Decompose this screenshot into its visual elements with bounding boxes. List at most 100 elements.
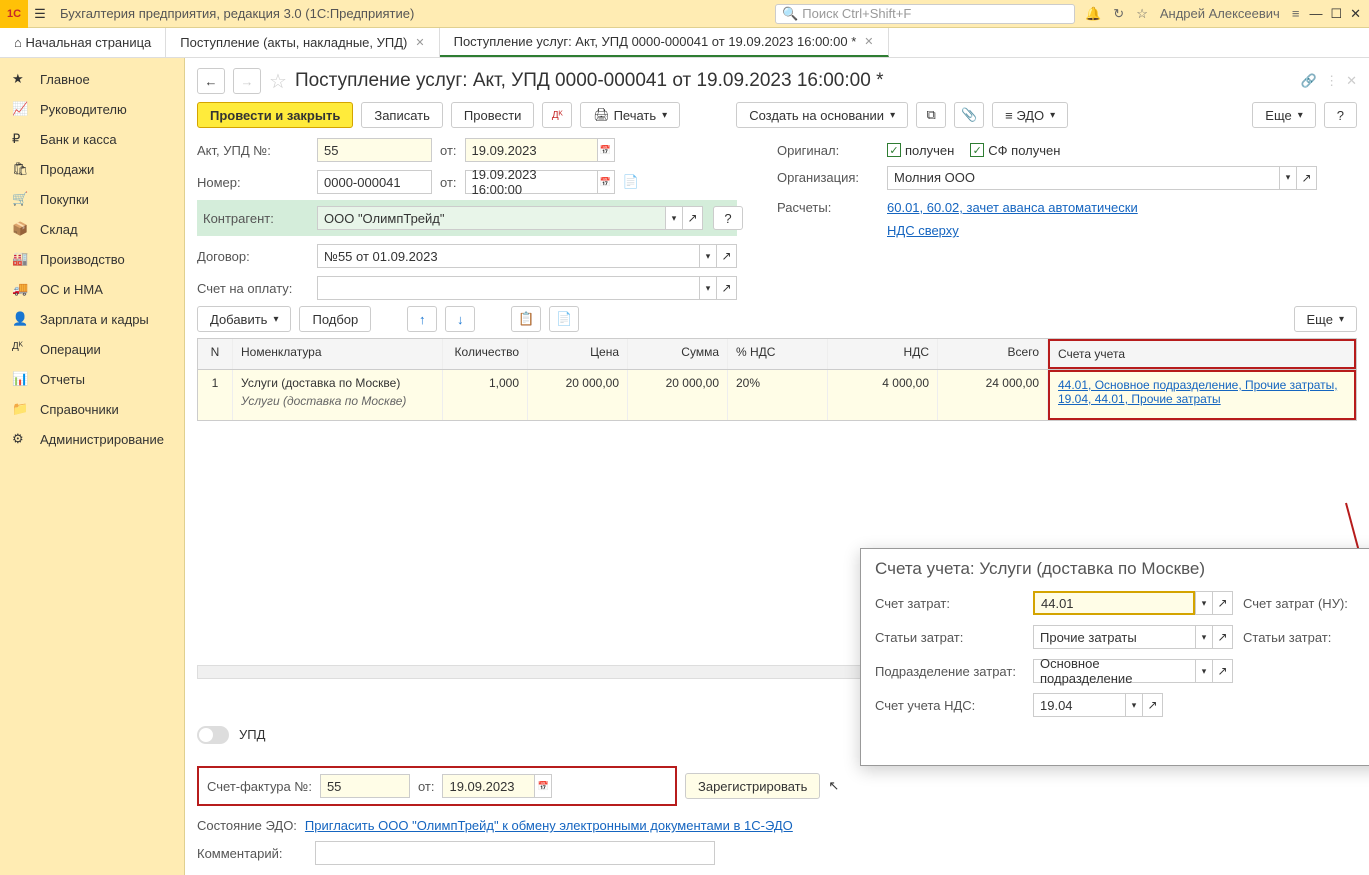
sf-number-input[interactable]: 55 <box>320 774 410 798</box>
settlements-link[interactable]: 60.01, 60.02, зачет аванса автоматически <box>887 200 1138 215</box>
upd-toggle[interactable] <box>197 726 229 744</box>
move-down-button[interactable]: ↓ <box>445 306 475 332</box>
maximize-button[interactable]: ☐ <box>1330 6 1342 22</box>
sf-received-checkbox[interactable]: ✓СФ получен <box>970 143 1060 158</box>
more-button[interactable]: Еще <box>1252 102 1315 128</box>
tab-list[interactable]: Поступление (акты, накладные, УПД) ✕ <box>166 28 439 57</box>
contract-input[interactable]: №55 от 01.09.2023 <box>317 244 699 268</box>
forward-button[interactable]: → <box>233 68 261 94</box>
open-icon[interactable]: ↗ <box>717 244 737 268</box>
col-accounts[interactable]: Счета учета <box>1048 339 1356 369</box>
post-and-close-button[interactable]: Провести и закрыть <box>197 102 353 128</box>
cell-sum[interactable]: 20 000,00 <box>628 370 728 420</box>
write-button[interactable]: Записать <box>361 102 443 128</box>
contragent-help-button[interactable]: ? <box>713 206 743 230</box>
col-vat[interactable]: % НДС <box>728 339 828 369</box>
close-button[interactable]: ✕ <box>1350 6 1361 22</box>
dept-input[interactable]: Основное подразделение <box>1033 659 1195 683</box>
copy-button[interactable]: 📋 <box>511 306 541 332</box>
help-button[interactable]: ? <box>1324 102 1357 128</box>
invoice-input[interactable] <box>317 276 699 300</box>
cell-vat[interactable]: 20% <box>728 370 828 420</box>
main-menu-icon[interactable]: ☰ <box>28 6 52 22</box>
sidebar-item-assets[interactable]: 🚚ОС и НМА <box>0 274 184 304</box>
open-icon[interactable]: ↗ <box>1297 166 1317 190</box>
open-icon[interactable]: ↗ <box>683 206 703 230</box>
accounts-link[interactable]: 44.01, Основное подразделение, Прочие за… <box>1058 378 1338 406</box>
chevron-down-icon[interactable]: ▾ <box>1125 693 1143 717</box>
comment-input[interactable] <box>315 841 715 865</box>
cell-qty[interactable]: 1,000 <box>443 370 528 420</box>
contragent-input[interactable]: ООО "ОлимпТрейд" <box>317 206 665 230</box>
settings-icon[interactable]: ≡ <box>1292 6 1300 21</box>
act-number-input[interactable]: 55 <box>317 138 432 162</box>
vat-account-input[interactable]: 19.04 <box>1033 693 1125 717</box>
sidebar-item-admin[interactable]: ⚙Администрирование <box>0 424 184 454</box>
structure-button[interactable]: ⧉ <box>916 102 946 128</box>
chevron-down-icon[interactable]: ▾ <box>665 206 683 230</box>
col-n[interactable]: N <box>198 339 233 369</box>
number-date-input[interactable]: 19.09.2023 16:00:00 <box>465 170 597 194</box>
chevron-down-icon[interactable]: ▾ <box>1195 659 1213 683</box>
cell-accounts[interactable]: 44.01, Основное подразделение, Прочие за… <box>1048 370 1356 420</box>
col-price[interactable]: Цена <box>528 339 628 369</box>
star-icon[interactable]: ☆ <box>1136 6 1148 22</box>
debit-credit-button[interactable]: Дᴷ <box>542 102 572 128</box>
sidebar-item-main[interactable]: ★Главное <box>0 64 184 94</box>
calendar-icon[interactable]: 📅 <box>534 774 552 798</box>
chevron-down-icon[interactable]: ▾ <box>699 276 717 300</box>
doc-status-icon[interactable]: 📄 <box>623 174 639 190</box>
chevron-down-icon[interactable]: ▾ <box>699 244 717 268</box>
sidebar-item-operations[interactable]: ДᴷОперации <box>0 334 184 364</box>
received-checkbox[interactable]: ✓получен <box>887 143 954 158</box>
number-input[interactable]: 0000-000041 <box>317 170 432 194</box>
col-sum[interactable]: Сумма <box>628 339 728 369</box>
sf-date-input[interactable]: 19.09.2023 <box>442 774 534 798</box>
tab-home[interactable]: ⌂ Начальная страница <box>0 28 166 57</box>
edo-button[interactable]: ≡ ЭДО <box>992 102 1068 128</box>
move-up-button[interactable]: ↑ <box>407 306 437 332</box>
user-name[interactable]: Андрей Алексеевич <box>1160 6 1280 21</box>
chevron-down-icon[interactable]: ▾ <box>1195 591 1213 615</box>
open-icon[interactable]: ↗ <box>1213 625 1233 649</box>
favorite-star-icon[interactable]: ☆ <box>269 69 287 94</box>
edo-invite-link[interactable]: Пригласить ООО "ОлимпТрейд" к обмену эле… <box>305 818 793 833</box>
sidebar-item-purchases[interactable]: 🛒Покупки <box>0 184 184 214</box>
bell-icon[interactable]: 🔔 <box>1085 6 1101 22</box>
cell-price[interactable]: 20 000,00 <box>528 370 628 420</box>
register-button[interactable]: Зарегистрировать <box>685 773 820 799</box>
act-date-input[interactable]: 19.09.2023 <box>465 138 597 162</box>
attach-button[interactable]: 📎 <box>954 102 984 128</box>
col-total[interactable]: Всего <box>938 339 1048 369</box>
add-button[interactable]: Добавить <box>197 306 291 332</box>
sidebar-item-production[interactable]: 🏭Производство <box>0 244 184 274</box>
nds-mode-link[interactable]: НДС сверху <box>887 223 959 238</box>
col-qty[interactable]: Количество <box>443 339 528 369</box>
create-based-button[interactable]: Создать на основании <box>736 102 908 128</box>
kebab-icon[interactable]: ⋮ <box>1325 73 1338 89</box>
col-vatsum[interactable]: НДС <box>828 339 938 369</box>
back-button[interactable]: ← <box>197 68 225 94</box>
cell-vatsum[interactable]: 4 000,00 <box>828 370 938 420</box>
open-icon[interactable]: ↗ <box>1213 659 1233 683</box>
org-input[interactable]: Молния ООО <box>887 166 1279 190</box>
link-icon[interactable]: 🔗 <box>1301 73 1317 89</box>
chevron-down-icon[interactable]: ▾ <box>1195 625 1213 649</box>
sidebar-item-reports[interactable]: 📊Отчеты <box>0 364 184 394</box>
open-icon[interactable]: ↗ <box>1213 591 1233 615</box>
search-input[interactable]: 🔍 Поиск Ctrl+Shift+F <box>775 4 1075 24</box>
close-icon[interactable]: ✕ <box>1346 73 1357 89</box>
grid-row[interactable]: 1 Услуги (доставка по Москве) Услуги (до… <box>198 370 1356 420</box>
open-icon[interactable]: ↗ <box>717 276 737 300</box>
sidebar-item-salary[interactable]: 👤Зарплата и кадры <box>0 304 184 334</box>
select-button[interactable]: Подбор <box>299 306 371 332</box>
open-icon[interactable]: ↗ <box>1143 693 1163 717</box>
col-nomenclature[interactable]: Номенклатура <box>233 339 443 369</box>
sidebar-item-warehouse[interactable]: 📦Склад <box>0 214 184 244</box>
table-more-button[interactable]: Еще <box>1294 306 1357 332</box>
sidebar-item-manager[interactable]: 📈Руководителю <box>0 94 184 124</box>
print-button[interactable]: 🖨 Печать <box>580 102 680 128</box>
close-icon[interactable]: ✕ <box>415 36 424 49</box>
cell-total[interactable]: 24 000,00 <box>938 370 1048 420</box>
cell-nomenclature[interactable]: Услуги (доставка по Москве) Услуги (дост… <box>233 370 443 420</box>
